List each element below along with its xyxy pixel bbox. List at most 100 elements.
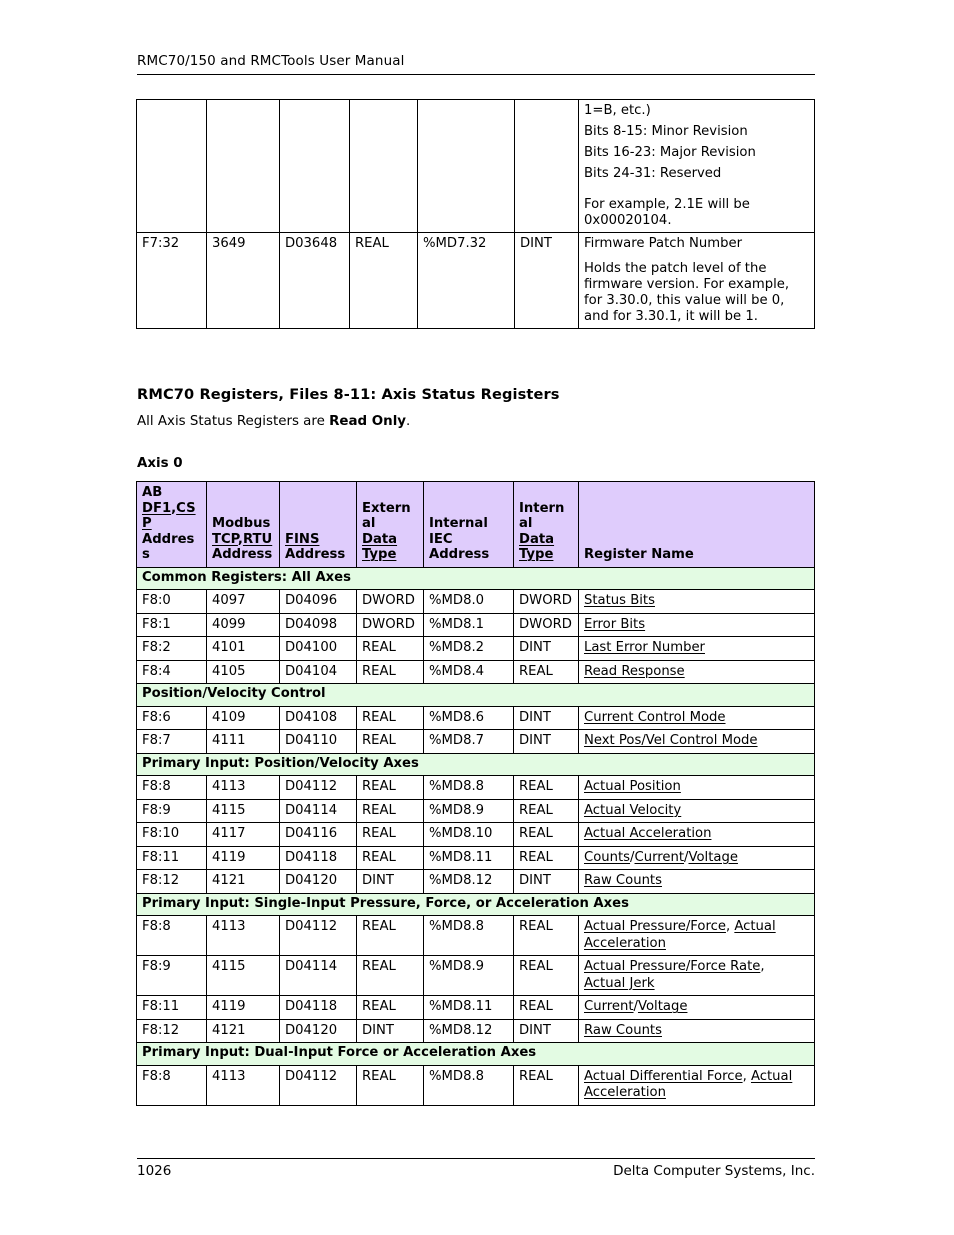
header-link-rtu[interactable]: RTU: [243, 532, 272, 547]
register-name: Firmware Patch Number: [584, 236, 743, 251]
cell-fins-address: D04112: [279, 775, 357, 800]
cell-modbus-address: 4105: [206, 659, 280, 684]
register-name-link[interactable]: Actual Acceleration: [584, 826, 711, 841]
cell-fins-address: D04104: [279, 659, 357, 684]
header-register-name: Register Name: [578, 481, 815, 568]
table-header-row: AB DF1,CSP Address Modbus TCP,RTU Addres…: [136, 481, 815, 568]
header-ab-address: AB DF1,CSP Address: [136, 481, 207, 568]
cell-internal-data-type: DWORD: [513, 589, 579, 614]
header-link-tcp[interactable]: TCP: [212, 532, 238, 547]
intro-bold: Read Only: [329, 414, 407, 429]
cell-internal-iec-address: %MD8.4: [423, 659, 514, 684]
cell-register-name: Actual Pressure/Force, Actual Accelerati…: [578, 915, 815, 956]
register-name-link[interactable]: Raw Counts: [584, 873, 662, 888]
section-title: Common Registers: All Axes: [136, 566, 815, 590]
cell-modbus-address: 4115: [206, 798, 280, 823]
register-name-link[interactable]: Current Control Mode: [584, 710, 726, 725]
header-link-internal-data[interactable]: Data: [519, 532, 554, 547]
table-row: F8:4 4105 D04104 REAL %MD8.4 REAL Read Respons…: [136, 659, 815, 684]
header-link-df1[interactable]: DF1: [142, 501, 171, 516]
cell-ab-address: F8:8: [136, 915, 207, 956]
header-internal-iec-address: Internal IEC Address: [423, 481, 514, 568]
cell-internal-data-type: DINT: [513, 636, 579, 661]
cell-ab-address: F8:8: [136, 1064, 207, 1106]
section-header-row: Primary Input: Dual-Input Force or Accel…: [136, 1042, 815, 1066]
register-name-link[interactable]: Actual Velocity: [584, 803, 681, 818]
cell-fins-address: D04116: [279, 822, 357, 847]
cell-modbus-address: 4097: [206, 589, 280, 614]
cell-modbus-address: 4117: [206, 822, 280, 847]
register-name-link[interactable]: Actual Pressure/Force: [584, 919, 726, 934]
header-link-external-type[interactable]: Type: [362, 547, 396, 562]
desc-line-2: Bits 8-15: Minor Revision: [584, 124, 748, 139]
register-name-link[interactable]: Error Bits: [584, 617, 645, 632]
cell-ab-address: F8:12: [136, 869, 207, 894]
header-link-internal-type[interactable]: Type: [519, 547, 553, 562]
cell-fins-address: D04110: [279, 729, 357, 754]
cell-ab-address: F8:10: [136, 822, 207, 847]
cell-internal-data-type: DWORD: [513, 612, 579, 637]
section-title: Primary Input: Single-Input Pressure, Fo…: [136, 892, 815, 916]
cell-modbus-address: 4109: [206, 705, 280, 730]
cell-internal-data-type: DINT: [513, 1018, 579, 1043]
cell-ab-address: F8:6: [136, 705, 207, 730]
register-name-link[interactable]: Actual Jerk: [584, 976, 655, 991]
header-iec-line3: Address: [429, 547, 490, 562]
register-name-link[interactable]: Actual Pressure/Force Rate: [584, 959, 760, 974]
header-internal-data-type: Internal Data Type: [513, 481, 579, 568]
register-name-link[interactable]: Current: [635, 850, 685, 865]
cell-modbus-address: 3649: [206, 232, 280, 329]
cell-ab-address: F8:0: [136, 589, 207, 614]
cell-internal-iec-address: %MD8.9: [423, 955, 514, 996]
cell-internal-iec-address: %MD8.11: [423, 995, 514, 1020]
register-name-link[interactable]: Raw Counts: [584, 1023, 662, 1038]
header-modbus-line3: Address: [212, 547, 273, 562]
header-ab-line1: AB: [142, 485, 163, 500]
header-link-external-data[interactable]: Data: [362, 532, 397, 547]
footer-company: Delta Computer Systems, Inc.: [613, 1163, 815, 1179]
cell-fins-address: D04112: [279, 1064, 357, 1106]
cell-modbus-address: 4113: [206, 1064, 280, 1106]
continued-register-table: 1=B, etc.) Bits 8-15: Minor Revision Bit…: [136, 99, 815, 329]
cell-internal-data-type: DINT: [513, 729, 579, 754]
header-fins-line2: Address: [285, 547, 346, 562]
table-row: F8:11 4119 D04118 REAL %MD8.11 REAL Current/Vo…: [136, 995, 815, 1020]
cell-ab-address: F7:32: [136, 232, 207, 329]
cell-internal-iec-address: %MD8.7: [423, 729, 514, 754]
desc-line-3: Bits 16-23: Major Revision: [584, 145, 756, 160]
register-name-link[interactable]: Read Response: [584, 664, 685, 679]
cell-fins-address: D04118: [279, 995, 357, 1020]
cell-modbus-address: 4119: [206, 845, 280, 870]
section-heading: RMC70 Registers, Files 8-11: Axis Status…: [137, 386, 560, 403]
cell-fins-address: D04100: [279, 636, 357, 661]
cell-fins-address: D04114: [279, 798, 357, 823]
cell-ab-address: F8:11: [136, 845, 207, 870]
cell-internal-data-type: DINT: [513, 869, 579, 894]
document-page: RMC70/150 and RMCTools User Manual 1=B, …: [0, 0, 954, 1235]
register-name-link[interactable]: Current: [584, 999, 634, 1014]
register-name-link[interactable]: Voltage: [638, 999, 687, 1014]
register-name-link[interactable]: Counts: [584, 850, 630, 865]
cell-internal-iec-address: %MD8.2: [423, 636, 514, 661]
register-name-link[interactable]: Last Error Number: [584, 640, 705, 655]
header-ext-line1: External: [362, 500, 411, 532]
register-name-link[interactable]: Voltage: [688, 850, 737, 865]
cell-modbus-address: 4115: [206, 955, 280, 996]
register-name-link[interactable]: Actual Position: [584, 779, 681, 794]
running-title: RMC70/150 and RMCTools User Manual: [137, 53, 405, 69]
desc-line-1: 1=B, etc.): [584, 103, 651, 118]
register-name-link[interactable]: Actual Differential Force: [584, 1069, 743, 1084]
header-external-data-type: External Data Type: [356, 481, 424, 568]
register-name-link[interactable]: Status Bits: [584, 593, 655, 608]
cell-internal-iec-address: %MD8.8: [423, 915, 514, 956]
table-row: F8:6 4109 D04108 REAL %MD8.6 DINT Current Cont…: [136, 705, 815, 730]
cell-internal-iec-address: %MD8.8: [423, 1064, 514, 1106]
section-title: Primary Input: Position/Velocity Axes: [136, 752, 815, 776]
cell-internal-iec-address: %MD8.6: [423, 705, 514, 730]
cell-fins-address: D04098: [279, 612, 357, 637]
table-row: F8:9 4115 D04114 REAL %MD8.9 REAL Actual Veloc…: [136, 798, 815, 823]
header-link-fins[interactable]: FINS: [285, 532, 319, 547]
cell-ab-address: F8:12: [136, 1018, 207, 1043]
cell-modbus-address: 4119: [206, 995, 280, 1020]
register-name-link[interactable]: Next Pos/Vel Control Mode: [584, 733, 758, 748]
